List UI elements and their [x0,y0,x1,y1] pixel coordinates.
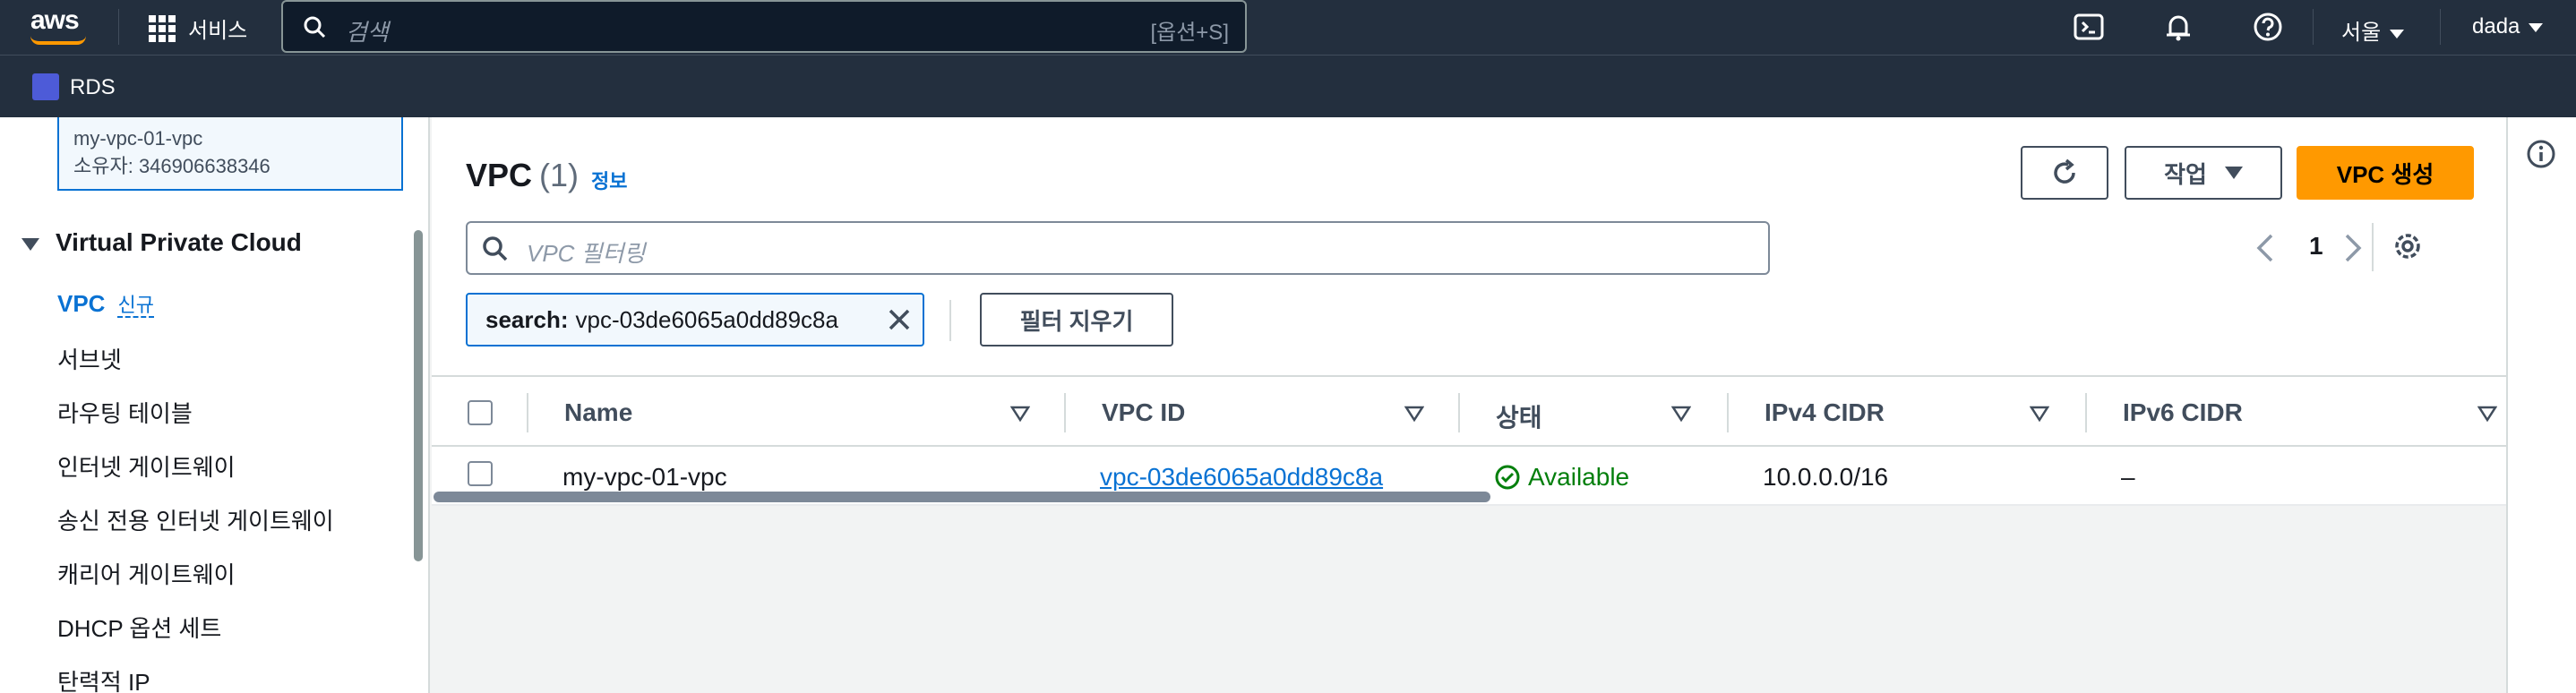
status-text: Available [1528,463,1630,491]
services-label: 서비스 [188,19,248,43]
cell-name: my-vpc-01-vpc [562,463,727,491]
cell-ipv4-cidr: 10.0.0.0/16 [1763,463,1889,491]
filter-token-value: vpc-03de6065a0dd89c8a [575,305,838,333]
table-horizontal-scrollbar[interactable] [434,492,1490,502]
vpc-selector-name: my-vpc-01-vpc [73,127,203,150]
region-selector[interactable]: 서울 [2341,14,2405,46]
filter-placeholder: VPC 필터링 [527,240,646,267]
column-divider [1727,393,1729,432]
actions-button[interactable]: 작업 [2125,146,2282,200]
actions-label: 작업 [2164,160,2207,188]
sidebar-item-carrier-gateways[interactable]: 캐리어 게이트웨이 [57,557,236,590]
search-placeholder: 검색 [346,19,389,46]
nav-divider [118,9,119,45]
column-divider [2085,393,2087,432]
bell-icon[interactable] [2162,11,2194,43]
sidebar-item-label: VPC [57,290,106,317]
sidebar-scrollbar[interactable] [414,230,423,561]
column-header-name[interactable]: Name [564,398,632,427]
cloudshell-icon[interactable] [2073,11,2105,43]
vpc-filter-input[interactable]: VPC 필터링 [466,221,1770,275]
column-header-ipv4-cidr[interactable]: IPv4 CIDR [1765,398,1885,427]
nav-divider [2440,9,2441,45]
current-page-number[interactable]: 1 [2309,232,2323,261]
caret-down-icon [2529,22,2544,32]
column-header-vpc-id[interactable]: VPC ID [1102,398,1185,427]
grid-icon [149,14,176,42]
clear-filters-button[interactable]: 필터 지우기 [980,293,1173,346]
column-divider [1064,393,1066,432]
top-navigation: aws 서비스 검색 [옵션+S] 서울 dada [0,0,2576,55]
column-header-ipv6-cidr[interactable]: IPv6 CIDR [2123,398,2243,427]
sidebar-section-toggle[interactable]: Virtual Private Cloud [21,228,302,257]
select-all-checkbox[interactable] [468,400,493,425]
new-badge: 신규 [117,294,154,318]
sidebar-item-route-tables[interactable]: 라우팅 테이블 [57,396,193,429]
aws-logo[interactable]: aws [30,5,80,36]
services-menu-button[interactable]: 서비스 [149,13,247,44]
user-label: dada [2472,14,2520,38]
nav-divider [2313,9,2314,45]
row-checkbox[interactable] [468,461,493,486]
close-icon[interactable] [887,307,912,332]
sidebar-item-subnets[interactable]: 서브넷 [57,342,122,375]
search-icon [304,16,326,38]
resource-count: (1) [539,157,580,193]
search-icon [483,236,508,261]
favorites-bar: RDS [0,55,2576,117]
aws-logo-smile [30,36,86,45]
info-link[interactable]: 정보 [591,166,627,194]
help-panel-rail [2506,117,2576,693]
refresh-icon [2054,158,2075,184]
gear-icon[interactable] [2390,228,2426,264]
sort-icon[interactable] [2477,406,2497,422]
sidebar-section-title: Virtual Private Cloud [56,228,302,256]
table-header: Name VPC ID 상태 IPv4 CIDR IPv6 CIDR [432,375,2506,447]
sidebar: my-vpc-01-vpc 소유자: 346906638346 Virtual … [0,117,430,693]
sidebar-item-vpc[interactable]: VPC 신규 [57,289,154,318]
sidebar-item-dhcp-option-sets[interactable]: DHCP 옵션 세트 [57,611,221,644]
cell-state: Available [1494,463,1629,492]
refresh-button[interactable] [2021,146,2108,200]
create-vpc-button[interactable]: VPC 생성 [2297,146,2474,200]
caret-down-icon [2224,167,2243,179]
page-title: VPC (1) [466,157,579,194]
sidebar-item-internet-gateways[interactable]: 인터넷 게이트웨이 [57,449,236,483]
filter-token-key: search: [485,305,569,333]
rds-icon [32,73,59,100]
column-divider [1458,393,1460,432]
cell-vpc-id-link[interactable]: vpc-03de6065a0dd89c8a [1100,463,1383,492]
sort-icon[interactable] [1010,406,1030,422]
caret-down-icon [21,237,39,251]
sort-icon[interactable] [1404,406,1424,422]
next-page-icon[interactable] [2340,230,2366,266]
caret-down-icon [2390,29,2405,38]
help-icon[interactable] [2252,11,2284,43]
sort-icon[interactable] [2030,406,2049,422]
page-title-text: VPC [466,157,533,193]
sidebar-item-egress-only-gateways[interactable]: 송신 전용 인터넷 게이트웨이 [57,503,334,536]
sidebar-item-elastic-ips[interactable]: 탄력적 IP [57,664,150,693]
vpc-selector[interactable]: my-vpc-01-vpc 소유자: 346906638346 [57,117,403,191]
pager-divider [2372,223,2374,271]
filter-token: search: vpc-03de6065a0dd89c8a [466,293,924,346]
sort-icon[interactable] [1671,406,1691,422]
previous-page-icon[interactable] [2252,230,2279,266]
region-label: 서울 [2341,21,2382,45]
global-search-input[interactable]: 검색 [옵션+S] [281,0,1247,53]
cell-ipv6-cidr: – [2121,463,2135,491]
column-divider [527,393,528,432]
search-shortcut: [옵션+S] [1150,21,1229,45]
check-circle-icon [1495,465,1520,490]
favorite-service-rds[interactable]: RDS [70,75,116,100]
info-icon[interactable] [2526,139,2556,169]
token-divider [949,300,951,341]
user-menu[interactable]: dada [2472,14,2544,39]
table-empty-area [432,506,2506,693]
column-header-state[interactable]: 상태 [1496,398,1542,434]
vpc-selector-owner: 소유자: 346906638346 [73,155,270,177]
